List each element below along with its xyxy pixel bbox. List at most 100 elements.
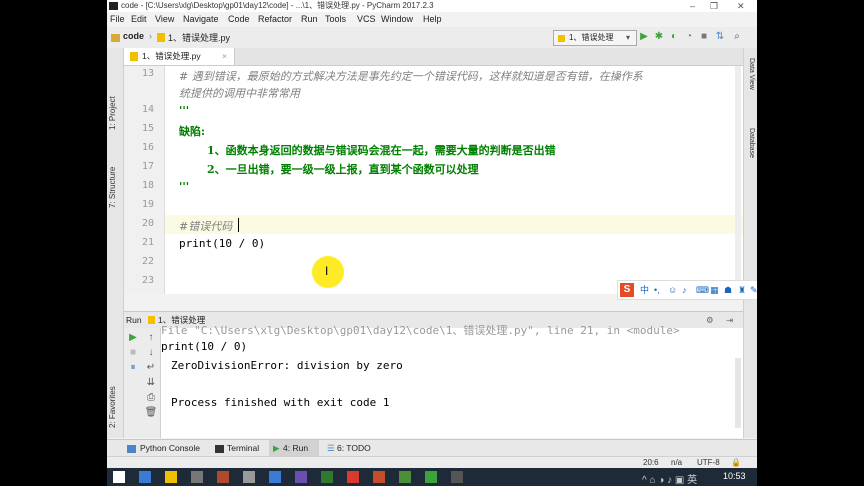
menu-help[interactable]: Help <box>423 12 442 26</box>
editor-scrollbar[interactable] <box>735 66 741 294</box>
menu-run[interactable]: Run <box>301 12 318 26</box>
app-icon[interactable] <box>373 471 385 483</box>
menu-file[interactable]: File <box>110 12 125 26</box>
app-icon[interactable] <box>295 471 307 483</box>
menu-tools[interactable]: Tools <box>325 12 346 26</box>
tray-icons[interactable]: ^ ⌂ ◑ ♪ ▣ 英 <box>642 471 697 486</box>
menu-window[interactable]: Window <box>381 12 413 26</box>
code-line-18: ''' <box>179 180 190 193</box>
toolbox-icon[interactable]: ☗ <box>724 281 732 299</box>
code-editor[interactable]: # 遇到错误，最原始的方式解决方法是事先约定一个错误代码，这样就知道是否有错，在… <box>165 66 743 294</box>
pycharm-taskbar-icon[interactable] <box>425 471 437 483</box>
todo-icon: ☰ <box>327 443 335 453</box>
menu-refactor[interactable]: Refactor <box>258 12 292 26</box>
pause-icon[interactable]: ⏸ <box>126 362 140 374</box>
editor-tab[interactable]: 1、错误处理.py × <box>124 48 235 65</box>
tab-database[interactable]: Database <box>748 128 755 158</box>
menu-bar: File Edit View Navigate Code Refactor Ru… <box>107 12 757 26</box>
code-line-15: 缺陷: <box>179 125 206 138</box>
trash-icon[interactable]: 🗑 <box>144 407 158 419</box>
app-icon[interactable] <box>321 471 333 483</box>
keyboard-icon[interactable]: ⌨ <box>696 281 709 299</box>
coverage-icon[interactable]: ◐ <box>668 30 680 44</box>
tab-structure[interactable]: 7: Structure <box>108 167 117 208</box>
line-number: 22 <box>141 256 154 267</box>
print-icon[interactable]: ⎙ <box>144 392 158 404</box>
breadcrumb-project[interactable]: code <box>123 31 144 41</box>
minimize-button[interactable]: – <box>690 0 695 12</box>
windows-start-icon[interactable] <box>113 471 125 483</box>
app-icon[interactable] <box>269 471 281 483</box>
terminal-icon <box>215 445 224 453</box>
tab-project[interactable]: 1: Project <box>108 96 117 130</box>
run-icon[interactable]: ▶ <box>638 30 650 44</box>
hide-panel-icon[interactable]: ⇥ <box>726 312 733 328</box>
tab-python-console[interactable]: Python Console <box>140 440 200 457</box>
tab-data-view[interactable]: Data View <box>748 58 755 90</box>
code-line-16: 1、函数本身返回的数据与错误码会混在一起，需要大量的判断是否出错 <box>207 144 556 157</box>
profile-icon[interactable]: ◔ <box>683 30 695 44</box>
editor-tab-label: 1、错误处理.py <box>142 51 201 61</box>
console-scrollbar[interactable] <box>735 358 741 428</box>
ime-toolbar: S 中 •, ☺ ♪ ⌨ ▦ ☗ ♜ ✎ <box>617 280 757 300</box>
app-icon[interactable] <box>451 471 463 483</box>
stop-icon[interactable]: ■ <box>126 347 140 359</box>
scroll-end-icon[interactable]: ⇊ <box>144 377 158 389</box>
search-icon[interactable]: ⌕ <box>731 30 743 44</box>
line-number: 19 <box>141 199 154 210</box>
current-line-highlight <box>165 215 743 234</box>
text-caret <box>238 218 239 232</box>
console-line-exit: Process finished with exit code 1 <box>171 396 390 409</box>
run-config-select[interactable]: 1、错误处理 ▾ <box>553 30 637 46</box>
close-icon[interactable]: × <box>222 48 227 65</box>
app-icon[interactable] <box>217 471 229 483</box>
close-button[interactable]: ✕ <box>737 0 745 12</box>
menu-code[interactable]: Code <box>228 12 250 26</box>
chrome-icon[interactable] <box>347 471 359 483</box>
ie-icon[interactable] <box>139 471 151 483</box>
ime-lang-toggle[interactable]: 中 <box>640 281 649 299</box>
down-arrow-icon[interactable]: ↓ <box>144 347 158 359</box>
stop-icon[interactable]: ■ <box>698 30 710 44</box>
rerun-icon[interactable]: ▶ <box>126 332 140 344</box>
navigation-toolbar: code › 1、错误处理.py 1、错误处理 ▾ ▶ ✱ ◐ ◔ ■ ⇅ ⌕ <box>107 27 757 49</box>
python-file-icon <box>130 52 138 61</box>
tab-terminal[interactable]: Terminal <box>227 440 259 457</box>
vcs-icon[interactable]: ⇅ <box>714 30 726 44</box>
explorer-icon[interactable] <box>165 471 177 483</box>
line-number: 23 <box>141 275 154 286</box>
run-icon: ▶ <box>273 443 280 453</box>
bottom-tool-tabs: Python Console Terminal ▶ 4: Run ☰ 6: TO… <box>107 439 757 457</box>
settings-icon[interactable]: ⚙ <box>706 312 714 328</box>
tab-favorites[interactable]: 2: Favorites <box>108 386 117 428</box>
maximize-button[interactable]: ❐ <box>710 0 718 12</box>
menu-edit[interactable]: Edit <box>131 12 147 26</box>
skin-icon[interactable]: ▦ <box>710 281 719 299</box>
up-arrow-icon[interactable]: ↑ <box>144 332 158 344</box>
menu-navigate[interactable]: Navigate <box>183 12 219 26</box>
voice-icon[interactable]: ♪ <box>682 281 687 299</box>
tab-run[interactable]: 4: Run <box>283 440 308 457</box>
clock[interactable]: 10:53 <box>723 471 746 481</box>
tab-todo[interactable]: 6: TODO <box>337 440 371 457</box>
app-icon[interactable] <box>399 471 411 483</box>
shirt-icon[interactable]: ♜ <box>738 281 746 299</box>
wrap-icon[interactable]: ↵ <box>144 362 158 374</box>
menu-view[interactable]: View <box>155 12 174 26</box>
app-icon[interactable] <box>243 471 255 483</box>
debug-icon[interactable]: ✱ <box>653 30 665 44</box>
code-line-17: 2、一旦出错，要一级一级上报，直到某个函数可以处理 <box>207 163 479 176</box>
sogou-logo-icon: S <box>620 283 634 297</box>
folder-icon <box>111 34 120 42</box>
line-number: 14 <box>141 104 154 115</box>
line-number: 13 <box>141 68 154 79</box>
punctuation-icon[interactable]: •, <box>654 281 660 299</box>
menu-vcs[interactable]: VCS <box>357 12 376 26</box>
wrench-icon[interactable]: ✎ <box>750 281 757 299</box>
app-icon[interactable] <box>191 471 203 483</box>
run-console[interactable]: File "C:\Users\xlg\Desktop\gp01\day12\co… <box>161 324 743 438</box>
breadcrumb-file[interactable]: 1、错误处理.py <box>168 31 230 44</box>
line-number: 16 <box>141 142 154 153</box>
code-line-13b: 统提供的调用中非常常用 <box>179 87 300 100</box>
emoji-icon[interactable]: ☺ <box>668 281 677 299</box>
